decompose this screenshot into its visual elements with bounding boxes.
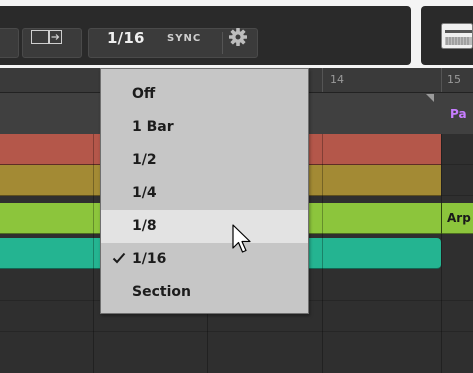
- ruler-number: 14: [330, 73, 344, 86]
- menu-item-label: Section: [132, 284, 191, 300]
- grid-selector-divider: [222, 32, 223, 54]
- menu-item-label: 1/16: [132, 251, 167, 267]
- menu-item-label: 1/2: [132, 152, 157, 168]
- gear-icon[interactable]: [228, 27, 248, 47]
- menu-item-1-8[interactable]: 1/8: [101, 210, 308, 243]
- grid-line: [322, 134, 323, 373]
- toolbar: 1/16 SYNC: [0, 0, 473, 68]
- scene-end-marker: [426, 94, 434, 102]
- grid-resolution-menu: Off 1 Bar 1/2 1/4 1/8 1/16 Section: [100, 68, 309, 314]
- grid-value-label[interactable]: 1/16: [107, 29, 145, 47]
- menu-item-1-4[interactable]: 1/4: [101, 177, 308, 210]
- ruler-tick: [322, 68, 323, 92]
- menu-item-1-2[interactable]: 1/2: [101, 144, 308, 177]
- menu-item-1-16[interactable]: 1/16: [101, 243, 308, 276]
- ruler-number: 15: [447, 73, 461, 86]
- menu-item-section[interactable]: Section: [101, 276, 308, 309]
- menu-item-off[interactable]: Off: [101, 78, 308, 111]
- menu-item-label: 1 Bar: [132, 119, 174, 135]
- bars-icon[interactable]: [441, 23, 473, 49]
- checkmark-icon: [112, 252, 126, 264]
- menu-item-label: Off: [132, 86, 156, 102]
- track-row: [0, 332, 473, 373]
- clip-label: Arp: [447, 211, 471, 225]
- menu-item-label: 1/4: [132, 185, 157, 201]
- menu-item-label: 1/8: [132, 218, 157, 234]
- grid-line: [93, 134, 94, 373]
- arranger-view: 1/16 SYNC 14 15 Pa Arp Off 1 Bar 1/2 1/4…: [0, 0, 473, 373]
- ruler-tick: [441, 68, 442, 92]
- grid-line: [441, 134, 442, 373]
- follow-icon[interactable]: [31, 30, 62, 44]
- menu-item-1-bar[interactable]: 1 Bar: [101, 111, 308, 144]
- sync-label[interactable]: SYNC: [167, 33, 201, 44]
- scene-name[interactable]: Pa: [450, 107, 467, 121]
- toolbar-segment-prev[interactable]: [0, 28, 19, 58]
